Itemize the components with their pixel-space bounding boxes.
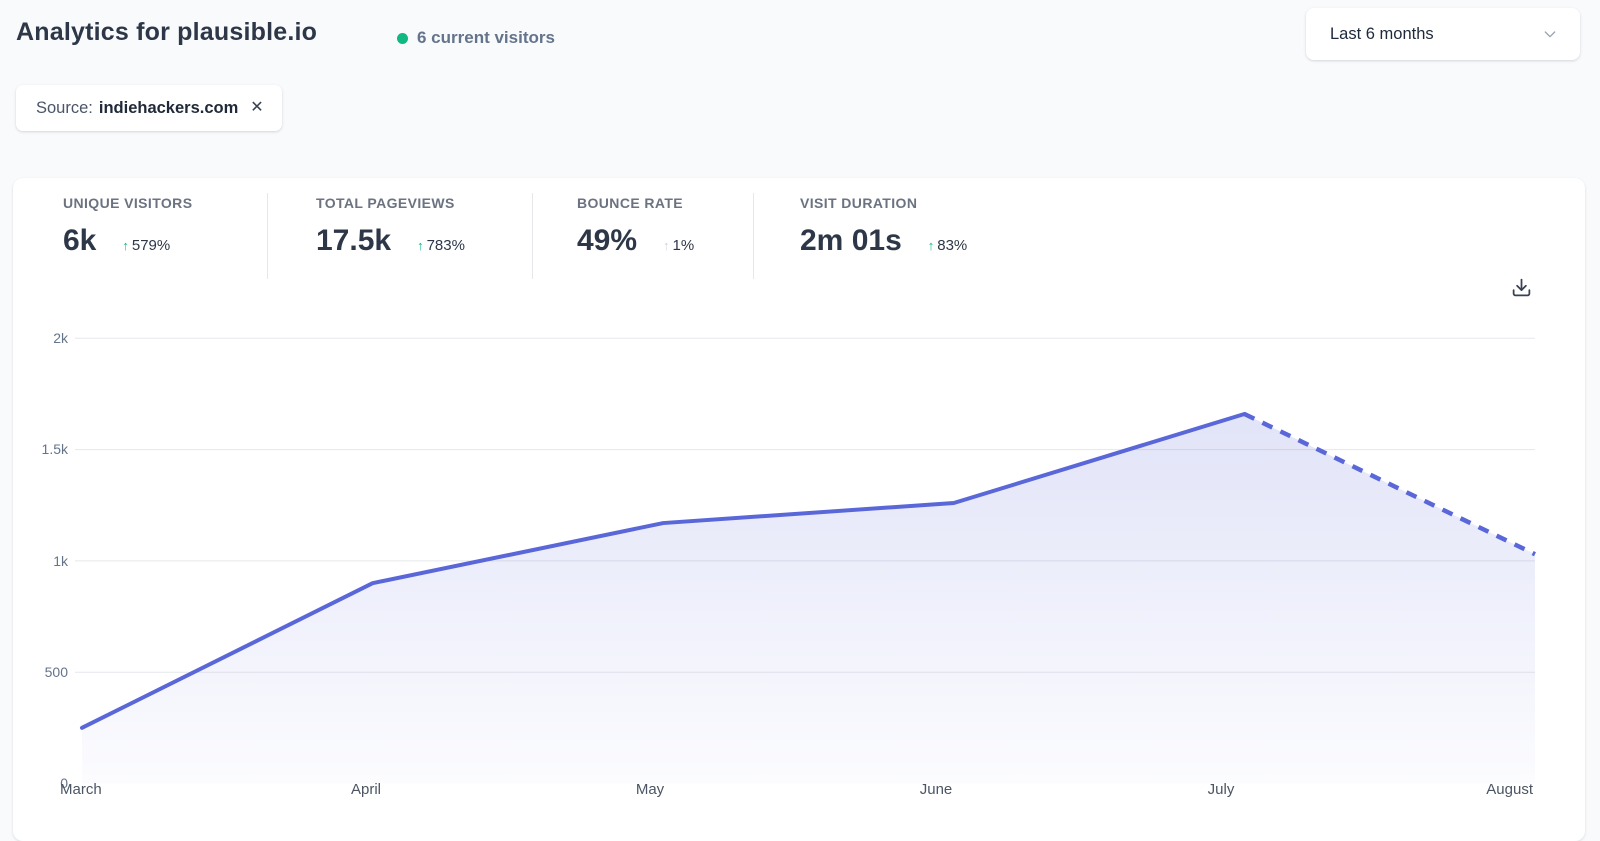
divider xyxy=(267,193,268,279)
close-icon[interactable]: ✕ xyxy=(250,100,263,116)
stat-label: TOTAL PAGEVIEWS xyxy=(316,195,465,211)
live-dot-icon xyxy=(397,33,408,44)
download-button[interactable] xyxy=(1511,277,1537,303)
plausible-dashboard: Analytics for plausible.io 6 current vis… xyxy=(0,0,1600,841)
stat-change: ↑1% xyxy=(663,237,694,254)
stat-change: ↑783% xyxy=(417,237,465,254)
current-visitors: 6 current visitors xyxy=(397,28,555,48)
x-tick-label: March xyxy=(60,781,102,798)
divider xyxy=(753,193,754,279)
y-tick-label: 1k xyxy=(0,551,68,571)
stat-bounce-rate[interactable]: BOUNCE RATE 49% ↑1% xyxy=(577,195,694,258)
y-tick-label: 0 xyxy=(0,773,68,793)
x-tick-label: July xyxy=(1208,781,1235,798)
current-visitors-label: 6 current visitors xyxy=(417,28,555,48)
arrow-up-icon: ↑ xyxy=(122,238,129,253)
stat-value: 49% xyxy=(577,224,637,258)
visitors-area-chart[interactable] xyxy=(60,320,1540,805)
arrow-up-icon: ↑ xyxy=(417,238,424,253)
y-tick-label: 500 xyxy=(0,662,68,682)
y-tick-label: 1.5k xyxy=(0,439,68,459)
x-tick-label: August xyxy=(1486,781,1533,798)
arrow-up-icon: ↑ xyxy=(663,238,670,253)
stat-value: 2m 01s xyxy=(800,224,902,258)
chevron-down-icon xyxy=(1542,26,1558,42)
download-icon xyxy=(1511,277,1532,298)
x-tick-label: April xyxy=(351,781,381,798)
stat-value: 6k xyxy=(63,224,96,258)
filter-value: indiehackers.com xyxy=(99,99,238,118)
stat-change: ↑579% xyxy=(122,237,170,254)
x-tick-label: May xyxy=(636,781,664,798)
stat-value: 17.5k xyxy=(316,224,391,258)
filter-pill-source[interactable]: Source: indiehackers.com ✕ xyxy=(16,85,282,131)
stat-label: BOUNCE RATE xyxy=(577,195,694,211)
stat-unique-visitors[interactable]: UNIQUE VISITORS 6k ↑579% xyxy=(63,195,192,258)
divider xyxy=(532,193,533,279)
stat-label: UNIQUE VISITORS xyxy=(63,195,192,211)
arrow-up-icon: ↑ xyxy=(928,238,935,253)
stat-total-pageviews[interactable]: TOTAL PAGEVIEWS 17.5k ↑783% xyxy=(316,195,465,258)
page-title: Analytics for plausible.io xyxy=(16,18,317,47)
period-selector[interactable]: Last 6 months xyxy=(1306,8,1580,60)
period-selector-value: Last 6 months xyxy=(1330,25,1542,44)
stat-label: VISIT DURATION xyxy=(800,195,967,211)
stat-visit-duration[interactable]: VISIT DURATION 2m 01s ↑83% xyxy=(800,195,967,258)
filter-prefix: Source: xyxy=(36,99,93,118)
stat-change: ↑83% xyxy=(928,237,968,254)
x-tick-label: June xyxy=(920,781,953,798)
y-tick-label: 2k xyxy=(0,328,68,348)
